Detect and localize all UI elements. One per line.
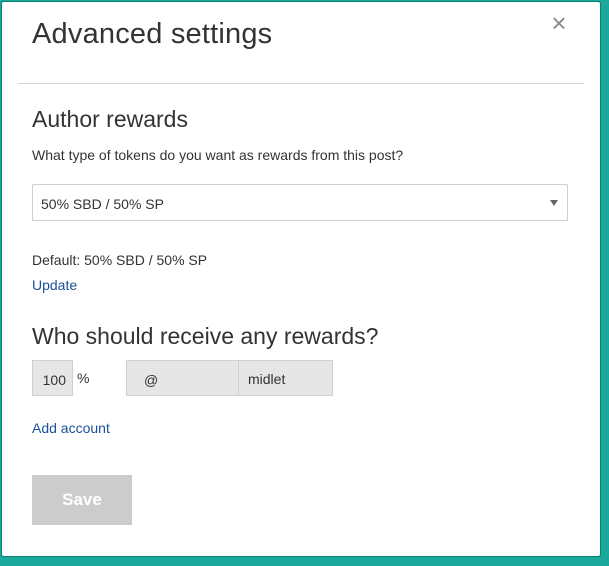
percent-input-value: 100 (42, 372, 66, 388)
advanced-settings-modal: Advanced settings × Author rewards What … (2, 2, 600, 556)
update-link[interactable]: Update (32, 277, 77, 293)
at-symbol: @ (144, 372, 159, 388)
save-button-label: Save (62, 490, 102, 509)
percent-sign: % (77, 370, 90, 386)
author-rewards-heading: Author rewards (32, 106, 188, 132)
rewards-type-select[interactable]: 50% SBD / 50% SP (32, 184, 568, 221)
username-input-value: midlet (248, 371, 286, 387)
chevron-down-icon (550, 200, 558, 206)
modal-title: Advanced settings (32, 18, 273, 50)
default-rewards-text: Default: 50% SBD / 50% SP (32, 252, 208, 268)
at-symbol-addon: @ (126, 360, 239, 396)
save-button[interactable]: Save (32, 475, 132, 525)
add-account-link[interactable]: Add account (32, 420, 110, 436)
modal-header: Advanced settings × (2, 2, 600, 84)
beneficiaries-heading: Who should receive any rewards? (32, 323, 379, 349)
close-icon[interactable]: × (548, 10, 570, 36)
percent-input[interactable]: 100 (32, 360, 73, 396)
username-input[interactable]: midlet (238, 360, 333, 396)
rewards-question: What type of tokens do you want as rewar… (32, 147, 404, 163)
header-divider (18, 83, 584, 84)
rewards-type-selected-value: 50% SBD / 50% SP (41, 196, 164, 212)
